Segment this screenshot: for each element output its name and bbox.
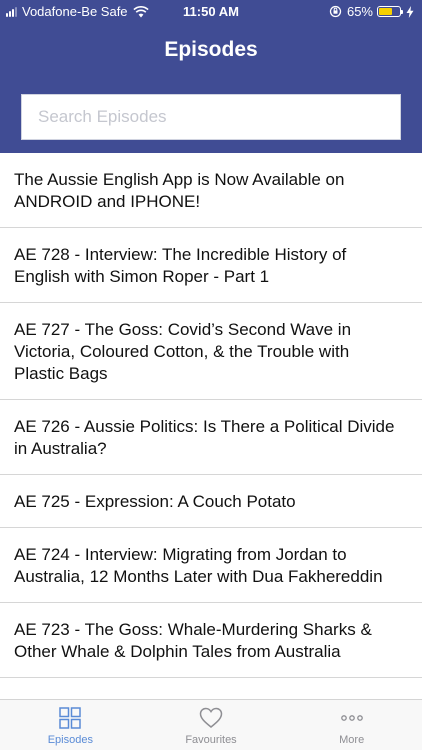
tab-label: Favourites [185,734,237,746]
more-icon [340,707,364,729]
episode-row[interactable]: AE 727 - The Goss: Covid’s Second Wave i… [0,303,422,400]
grid-icon [59,707,82,729]
episode-list[interactable]: The Aussie English App is Now Available … [0,153,422,699]
tab-episodes[interactable]: Episodes [0,700,141,750]
episode-row[interactable]: AE 723 - The Goss: Whale-Murdering Shark… [0,603,422,678]
tab-label: More [339,734,365,746]
battery-icon [377,6,403,17]
search-box[interactable] [21,94,401,140]
orientation-lock-icon [329,5,342,18]
tab-more[interactable]: More [281,700,422,750]
heart-icon [199,707,223,729]
page-title: Episodes [164,38,258,61]
tab-label: Episodes [47,734,93,746]
tab-bar: Episodes Favourites More [0,699,422,750]
episode-row[interactable]: The Aussie English App is Now Available … [0,153,422,228]
episode-row[interactable]: AE 726 - Aussie Politics: Is There a Pol… [0,400,422,475]
status-right: 65% [329,4,414,19]
battery-percent: 65% [346,4,373,19]
header: Vodafone-Be Safe 11:50 AM 65% Episodes [0,0,422,153]
episode-row[interactable]: AE 725 - Expression: A Couch Potato [0,475,422,528]
charging-icon [406,5,414,18]
tab-favourites[interactable]: Favourites [141,700,282,750]
episode-row[interactable]: AE 724 - Interview: Migrating from Jorda… [0,528,422,603]
status-bar: Vodafone-Be Safe 11:50 AM 65% [0,0,422,24]
search-input[interactable] [22,95,400,139]
episode-row[interactable]: AE 728 - Interview: The Incredible Histo… [0,228,422,303]
